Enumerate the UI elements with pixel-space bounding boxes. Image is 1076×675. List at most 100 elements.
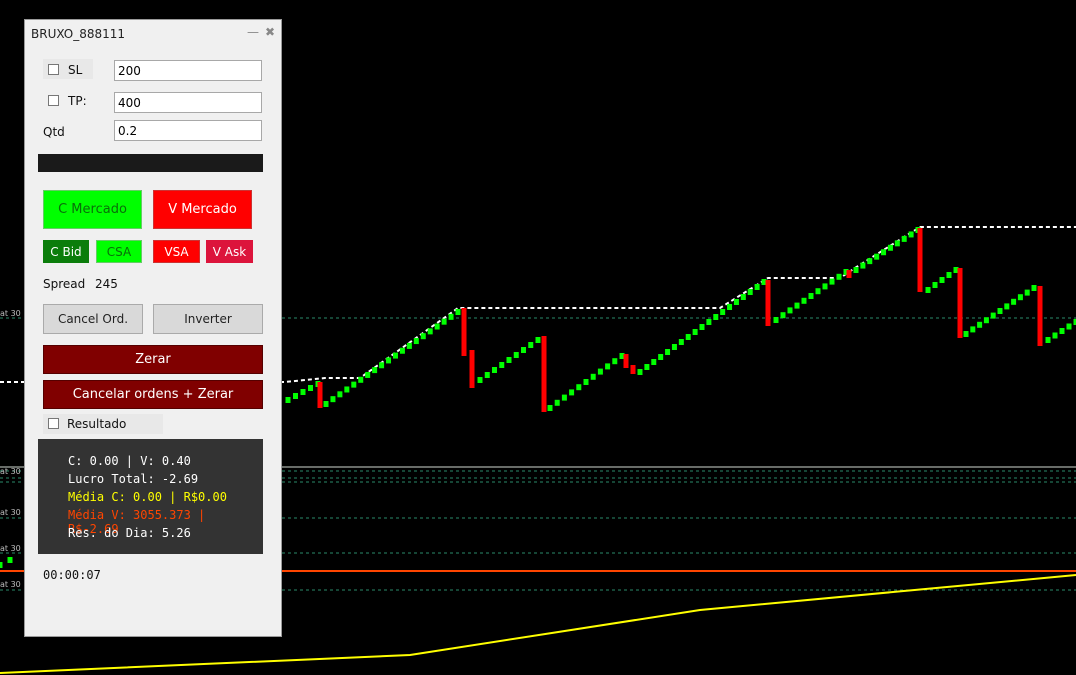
up-candle [0,562,3,568]
invert-button[interactable]: Inverter [153,304,263,334]
up-candle [455,309,461,315]
up-candle [1031,285,1037,291]
up-candle [506,357,512,363]
up-candle [513,352,519,358]
qtd-label: Qtd [43,125,65,139]
down-candle [846,270,852,278]
buy-csa-button[interactable]: CSA [96,240,142,263]
up-candle [1052,332,1058,339]
up-candle [365,371,371,378]
up-candle [901,235,907,242]
result-label: Resultado [67,417,127,431]
up-candle [427,328,433,335]
up-candle [983,317,989,324]
up-candle [692,329,698,335]
up-candle [448,313,454,320]
up-candle [597,368,603,375]
up-candle [990,312,996,319]
up-candle [733,299,739,305]
up-candle [853,267,859,273]
axis-label: at 30 [0,508,21,517]
up-candle [576,384,582,391]
countdown-clock: 00:00:07 [43,568,101,582]
buy-bid-button[interactable]: C Bid [43,240,89,263]
up-candle [293,393,298,399]
down-candle [469,350,475,388]
up-candle [1011,298,1017,305]
tp-input[interactable]: 400 [114,92,262,113]
up-candle [887,244,893,251]
up-candle [727,304,733,310]
up-candle [1004,303,1010,310]
up-candle [492,367,497,373]
sl-checkbox[interactable] [48,64,59,75]
qtd-input[interactable]: 0.2 [114,120,262,141]
down-candle [317,382,323,408]
down-candle [957,268,963,338]
up-candle [740,294,746,300]
sell-vsa-button[interactable]: VSA [153,240,200,263]
buy-market-button[interactable]: C Mercado [43,190,142,229]
up-candle [285,397,291,403]
up-candle [706,319,712,325]
spread-value: 245 [95,277,118,291]
up-candle [351,381,357,388]
result-total-profit: Lucro Total: -2.69 [68,472,199,486]
up-candle [787,307,793,314]
up-candle [808,293,814,299]
up-candle [685,334,691,340]
result-box: C: 0.00 | V: 0.40 Lucro Total: -2.69 Méd… [38,439,263,554]
sell-ask-button[interactable]: V Ask [206,240,253,263]
up-candle [665,349,671,355]
close-icon[interactable]: ✖ [265,25,275,39]
up-candle [386,357,392,364]
up-candle [612,358,618,365]
up-candle [829,278,835,285]
status-bar [38,154,263,172]
up-candle [1024,289,1030,296]
up-candle [815,288,821,295]
up-candle [561,394,567,401]
up-candle [881,249,887,256]
up-candle [977,321,983,328]
down-candle [917,228,923,292]
up-candle [344,386,350,393]
zero-button[interactable]: Zerar [43,345,263,374]
up-candle [836,273,842,280]
minimize-icon[interactable]: — [247,25,259,39]
up-candle [644,364,650,370]
cancel-and-zero-button[interactable]: Cancelar ordens + Zerar [43,380,263,409]
up-candle [801,297,807,304]
up-candle [970,326,976,333]
up-candle [860,262,866,269]
up-candle [925,287,931,293]
sl-input[interactable]: 200 [114,60,262,81]
up-candle [590,373,596,380]
up-candle [7,557,13,563]
up-candle [484,372,490,378]
up-candle [583,379,589,385]
panel-title: BRUXO_888111 [31,27,126,41]
down-candle [1037,286,1043,346]
up-candle [499,362,505,368]
up-candle [406,342,412,349]
axis-label: at 30 [0,309,21,318]
result-positions: C: 0.00 | V: 0.40 [68,454,191,468]
up-candle [308,385,313,391]
sl-label: SL [68,63,83,77]
up-candle [337,391,343,398]
tp-checkbox[interactable] [48,95,59,106]
axis-label: at 30 [0,467,21,476]
up-candle [908,231,914,238]
axis-label: at 30 [0,544,21,553]
up-candle [671,344,677,350]
up-candle [894,240,900,247]
sell-market-button[interactable]: V Mercado [153,190,252,229]
up-candle [434,323,440,330]
cancel-orders-button[interactable]: Cancel Ord. [43,304,143,334]
up-candle [535,337,541,343]
up-candle [330,396,336,403]
up-candle [754,284,760,290]
result-checkbox[interactable] [48,418,59,429]
up-candle [997,308,1003,314]
